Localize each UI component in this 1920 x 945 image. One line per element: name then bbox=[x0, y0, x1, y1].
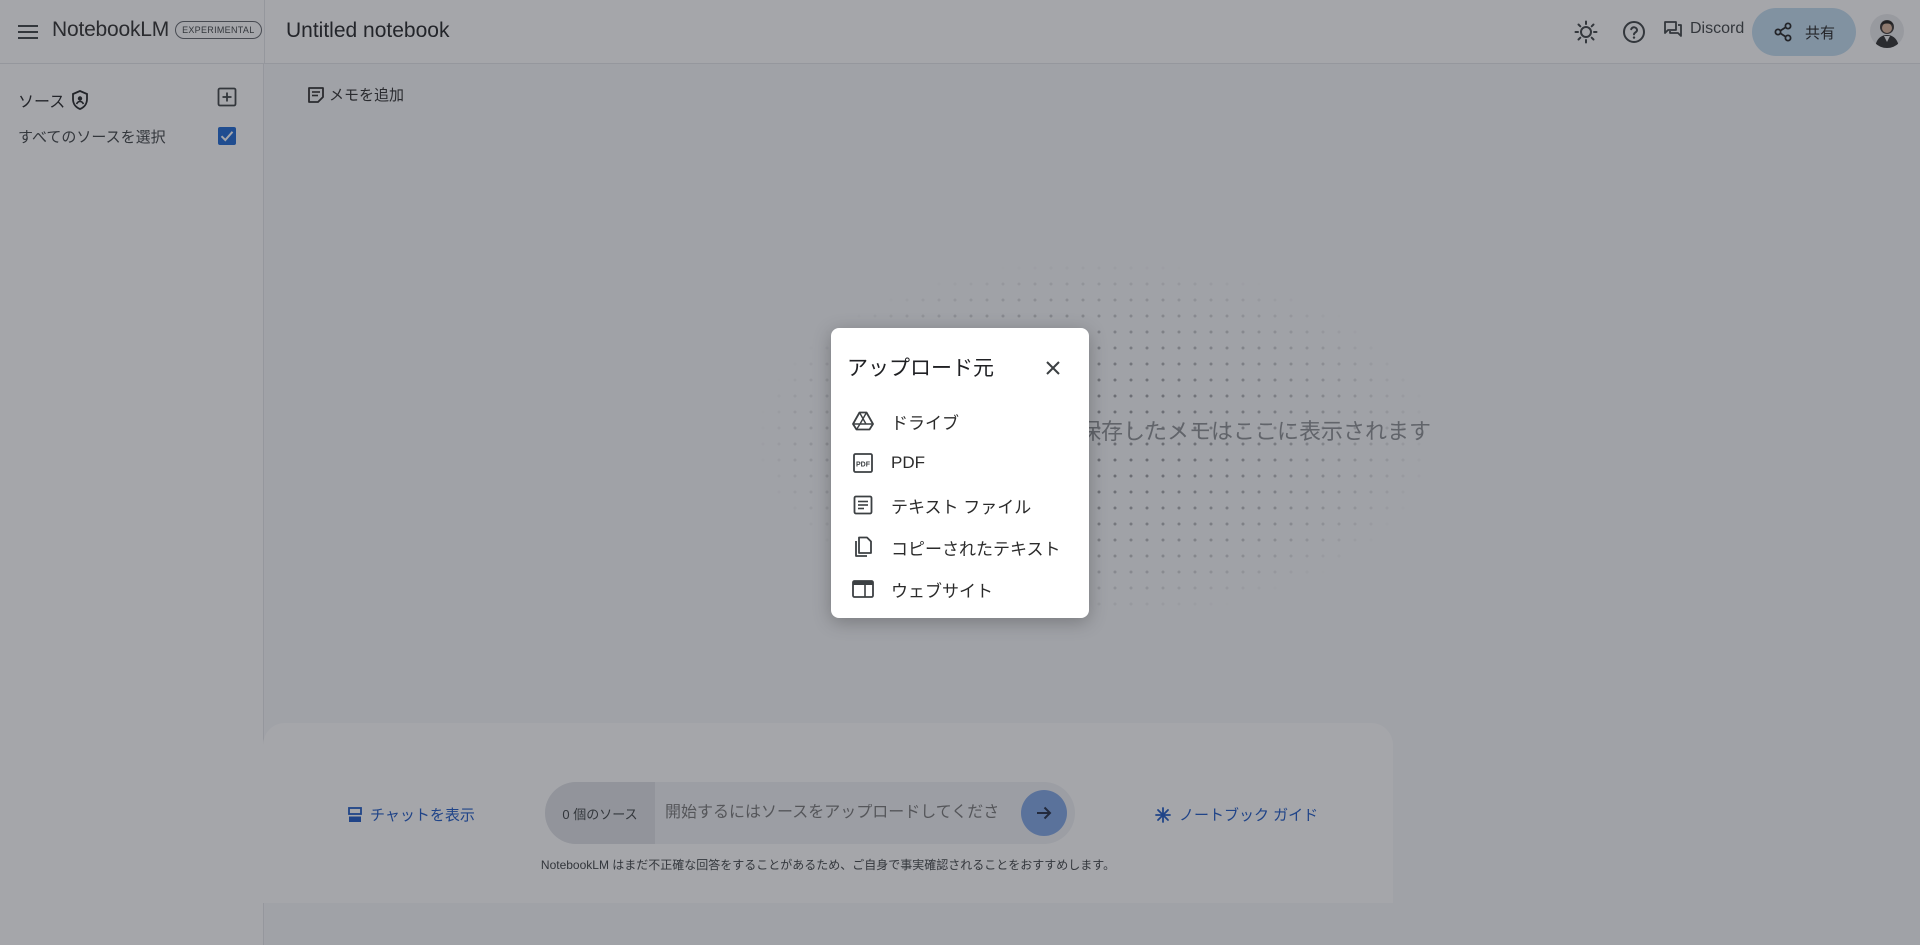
copy-icon bbox=[851, 535, 875, 559]
upload-source-dialog: アップロード元 ドライブ PDF PDF テキスト ファイル コピーされたテキス… bbox=[831, 328, 1089, 618]
upload-option-label: コピーされたテキスト bbox=[891, 539, 1061, 559]
svg-text:PDF: PDF bbox=[856, 462, 871, 469]
upload-option-pdf[interactable]: PDF PDF bbox=[851, 446, 1081, 480]
upload-option-drive[interactable]: ドライブ bbox=[851, 404, 1081, 438]
website-icon bbox=[851, 577, 875, 601]
pdf-icon: PDF bbox=[851, 451, 875, 475]
upload-option-label: ウェブサイト bbox=[891, 581, 993, 601]
upload-option-website[interactable]: ウェブサイト bbox=[851, 572, 1081, 606]
upload-option-label: テキスト ファイル bbox=[891, 497, 1032, 517]
upload-option-label: ドライブ bbox=[891, 413, 959, 433]
upload-option-label: PDF bbox=[891, 453, 925, 472]
text-file-icon bbox=[851, 493, 875, 517]
upload-option-copied-text[interactable]: コピーされたテキスト bbox=[851, 530, 1081, 564]
upload-option-text-file[interactable]: テキスト ファイル bbox=[851, 488, 1081, 522]
close-icon[interactable] bbox=[1039, 354, 1067, 382]
drive-icon bbox=[851, 409, 875, 433]
dialog-title: アップロード元 bbox=[847, 357, 994, 380]
